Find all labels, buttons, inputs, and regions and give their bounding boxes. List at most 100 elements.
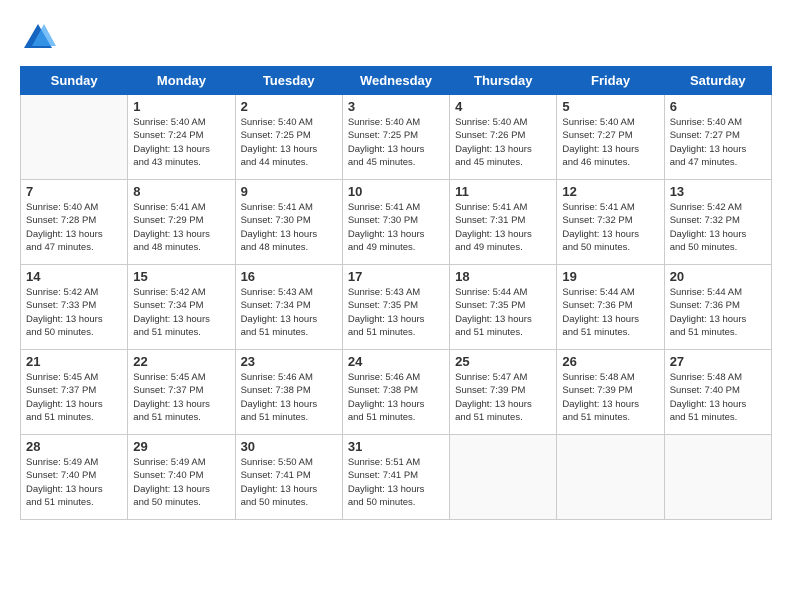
day-number: 21 bbox=[26, 354, 122, 369]
day-number: 9 bbox=[241, 184, 337, 199]
day-number: 16 bbox=[241, 269, 337, 284]
day-info: Sunrise: 5:40 AM Sunset: 7:28 PM Dayligh… bbox=[26, 201, 122, 254]
calendar-day-cell: 30Sunrise: 5:50 AM Sunset: 7:41 PM Dayli… bbox=[235, 435, 342, 520]
day-number: 7 bbox=[26, 184, 122, 199]
day-of-week-header: Tuesday bbox=[235, 67, 342, 95]
calendar-day-cell: 29Sunrise: 5:49 AM Sunset: 7:40 PM Dayli… bbox=[128, 435, 235, 520]
day-info: Sunrise: 5:40 AM Sunset: 7:26 PM Dayligh… bbox=[455, 116, 551, 169]
calendar-day-cell: 12 Sunrise: 5:41 AM Sunset: 7:32 PM Dayli… bbox=[557, 180, 664, 265]
day-info: Sunrise: 5:40 AM Sunset: 7:25 PM Dayligh… bbox=[241, 116, 337, 169]
day-number: 22 bbox=[133, 354, 229, 369]
logo-icon bbox=[20, 20, 56, 56]
calendar-day-cell: 5 Sunrise: 5:40 AM Sunset: 7:27 PM Daylig… bbox=[557, 95, 664, 180]
day-number: 1 bbox=[133, 99, 229, 114]
calendar-day-cell: 22 Sunrise: 5:45 AM Sunset: 7:37 PM Dayli… bbox=[128, 350, 235, 435]
day-number: 10 bbox=[348, 184, 444, 199]
day-info: Sunrise: 5:51 AM Sunset: 7:41 PM Dayligh… bbox=[348, 456, 444, 509]
day-info: Sunrise: 5:42 AM Sunset: 7:34 PM Dayligh… bbox=[133, 286, 229, 339]
day-of-week-header: Thursday bbox=[450, 67, 557, 95]
calendar-day-cell: 8 Sunrise: 5:41 AM Sunset: 7:29 PM Daylig… bbox=[128, 180, 235, 265]
calendar-day-cell: 15 Sunrise: 5:42 AM Sunset: 7:34 PM Dayli… bbox=[128, 265, 235, 350]
calendar-day-cell: 20 Sunrise: 5:44 AM Sunset: 7:36 PM Dayli… bbox=[664, 265, 771, 350]
day-of-week-header: Friday bbox=[557, 67, 664, 95]
day-number: 26 bbox=[562, 354, 658, 369]
day-number: 14 bbox=[26, 269, 122, 284]
calendar-day-cell: 4 Sunrise: 5:40 AM Sunset: 7:26 PM Daylig… bbox=[450, 95, 557, 180]
day-number: 23 bbox=[241, 354, 337, 369]
day-number: 25 bbox=[455, 354, 551, 369]
page-header bbox=[20, 20, 772, 56]
day-info: Sunrise: 5:41 AM Sunset: 7:32 PM Dayligh… bbox=[562, 201, 658, 254]
calendar-day-cell: 14 Sunrise: 5:42 AM Sunset: 7:33 PM Dayli… bbox=[21, 265, 128, 350]
calendar-day-cell: 18Sunrise: 5:44 AM Sunset: 7:35 PM Dayli… bbox=[450, 265, 557, 350]
day-number: 5 bbox=[562, 99, 658, 114]
calendar-day-cell: 6 Sunrise: 5:40 AM Sunset: 7:27 PM Daylig… bbox=[664, 95, 771, 180]
day-of-week-header: Sunday bbox=[21, 67, 128, 95]
day-number: 2 bbox=[241, 99, 337, 114]
calendar-day-cell: 13Sunrise: 5:42 AM Sunset: 7:32 PM Dayli… bbox=[664, 180, 771, 265]
calendar-day-cell: 26 Sunrise: 5:48 AM Sunset: 7:39 PM Dayli… bbox=[557, 350, 664, 435]
day-number: 8 bbox=[133, 184, 229, 199]
day-number: 29 bbox=[133, 439, 229, 454]
calendar-day-cell: 9 Sunrise: 5:41 AM Sunset: 7:30 PM Daylig… bbox=[235, 180, 342, 265]
day-number: 13 bbox=[670, 184, 766, 199]
calendar-day-cell: 3 Sunrise: 5:40 AM Sunset: 7:25 PM Daylig… bbox=[342, 95, 449, 180]
day-info: Sunrise: 5:40 AM Sunset: 7:24 PM Dayligh… bbox=[133, 116, 229, 169]
calendar-day-cell: 17 Sunrise: 5:43 AM Sunset: 7:35 PM Dayli… bbox=[342, 265, 449, 350]
day-info: Sunrise: 5:42 AM Sunset: 7:33 PM Dayligh… bbox=[26, 286, 122, 339]
calendar-day-cell: 21 Sunrise: 5:45 AM Sunset: 7:37 PM Dayli… bbox=[21, 350, 128, 435]
day-info: Sunrise: 5:44 AM Sunset: 7:36 PM Dayligh… bbox=[670, 286, 766, 339]
day-number: 20 bbox=[670, 269, 766, 284]
day-info: Sunrise: 5:41 AM Sunset: 7:30 PM Dayligh… bbox=[348, 201, 444, 254]
calendar-day-cell: 27 Sunrise: 5:48 AM Sunset: 7:40 PM Dayli… bbox=[664, 350, 771, 435]
day-info: Sunrise: 5:49 AM Sunset: 7:40 PM Dayligh… bbox=[26, 456, 122, 509]
day-info: Sunrise: 5:43 AM Sunset: 7:35 PM Dayligh… bbox=[348, 286, 444, 339]
calendar-day-cell: 16 Sunrise: 5:43 AM Sunset: 7:34 PM Dayli… bbox=[235, 265, 342, 350]
day-info: Sunrise: 5:40 AM Sunset: 7:27 PM Dayligh… bbox=[670, 116, 766, 169]
day-info: Sunrise: 5:45 AM Sunset: 7:37 PM Dayligh… bbox=[133, 371, 229, 424]
calendar-day-cell: 10 Sunrise: 5:41 AM Sunset: 7:30 PM Dayli… bbox=[342, 180, 449, 265]
day-number: 12 bbox=[562, 184, 658, 199]
calendar-day-cell: 31 Sunrise: 5:51 AM Sunset: 7:41 PM Dayli… bbox=[342, 435, 449, 520]
calendar-week-row: 7 Sunrise: 5:40 AM Sunset: 7:28 PM Daylig… bbox=[21, 180, 772, 265]
day-of-week-header: Saturday bbox=[664, 67, 771, 95]
calendar-week-row: 1 Sunrise: 5:40 AM Sunset: 7:24 PM Daylig… bbox=[21, 95, 772, 180]
calendar-day-cell bbox=[664, 435, 771, 520]
calendar-day-cell: 25 Sunrise: 5:47 AM Sunset: 7:39 PM Dayli… bbox=[450, 350, 557, 435]
calendar-header-row: SundayMondayTuesdayWednesdayThursdayFrid… bbox=[21, 67, 772, 95]
day-number: 11 bbox=[455, 184, 551, 199]
day-info: Sunrise: 5:41 AM Sunset: 7:30 PM Dayligh… bbox=[241, 201, 337, 254]
day-number: 24 bbox=[348, 354, 444, 369]
calendar-week-row: 14 Sunrise: 5:42 AM Sunset: 7:33 PM Dayli… bbox=[21, 265, 772, 350]
day-info: Sunrise: 5:46 AM Sunset: 7:38 PM Dayligh… bbox=[241, 371, 337, 424]
calendar-day-cell bbox=[557, 435, 664, 520]
day-info: Sunrise: 5:44 AM Sunset: 7:35 PM Dayligh… bbox=[455, 286, 551, 339]
day-of-week-header: Monday bbox=[128, 67, 235, 95]
day-info: Sunrise: 5:47 AM Sunset: 7:39 PM Dayligh… bbox=[455, 371, 551, 424]
day-number: 17 bbox=[348, 269, 444, 284]
calendar-day-cell: 2 Sunrise: 5:40 AM Sunset: 7:25 PM Daylig… bbox=[235, 95, 342, 180]
day-info: Sunrise: 5:46 AM Sunset: 7:38 PM Dayligh… bbox=[348, 371, 444, 424]
calendar-day-cell: 1 Sunrise: 5:40 AM Sunset: 7:24 PM Daylig… bbox=[128, 95, 235, 180]
day-number: 15 bbox=[133, 269, 229, 284]
calendar-day-cell bbox=[450, 435, 557, 520]
calendar-week-row: 21 Sunrise: 5:45 AM Sunset: 7:37 PM Dayli… bbox=[21, 350, 772, 435]
day-of-week-header: Wednesday bbox=[342, 67, 449, 95]
day-info: Sunrise: 5:50 AM Sunset: 7:41 PM Dayligh… bbox=[241, 456, 337, 509]
day-number: 6 bbox=[670, 99, 766, 114]
day-info: Sunrise: 5:48 AM Sunset: 7:40 PM Dayligh… bbox=[670, 371, 766, 424]
calendar-day-cell: 23 Sunrise: 5:46 AM Sunset: 7:38 PM Dayli… bbox=[235, 350, 342, 435]
day-info: Sunrise: 5:43 AM Sunset: 7:34 PM Dayligh… bbox=[241, 286, 337, 339]
day-info: Sunrise: 5:40 AM Sunset: 7:27 PM Dayligh… bbox=[562, 116, 658, 169]
day-info: Sunrise: 5:48 AM Sunset: 7:39 PM Dayligh… bbox=[562, 371, 658, 424]
day-number: 31 bbox=[348, 439, 444, 454]
day-info: Sunrise: 5:45 AM Sunset: 7:37 PM Dayligh… bbox=[26, 371, 122, 424]
day-number: 19 bbox=[562, 269, 658, 284]
day-info: Sunrise: 5:40 AM Sunset: 7:25 PM Dayligh… bbox=[348, 116, 444, 169]
day-number: 3 bbox=[348, 99, 444, 114]
day-number: 28 bbox=[26, 439, 122, 454]
day-info: Sunrise: 5:44 AM Sunset: 7:36 PM Dayligh… bbox=[562, 286, 658, 339]
day-number: 27 bbox=[670, 354, 766, 369]
day-info: Sunrise: 5:41 AM Sunset: 7:29 PM Dayligh… bbox=[133, 201, 229, 254]
day-number: 4 bbox=[455, 99, 551, 114]
